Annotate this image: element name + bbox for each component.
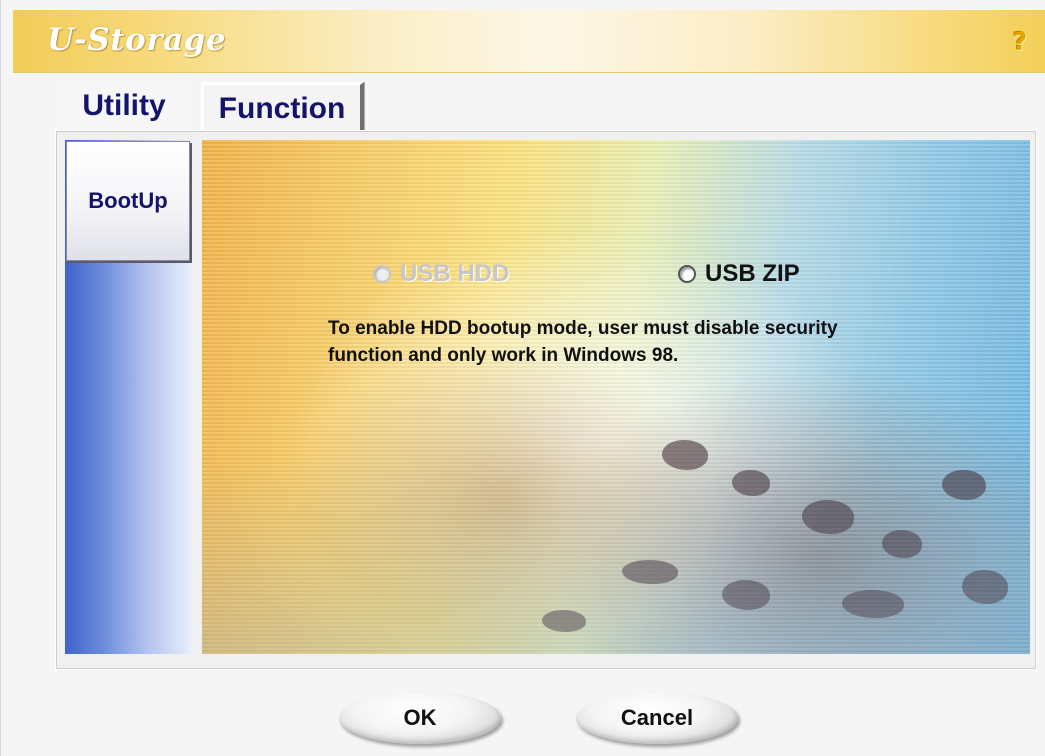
cancel-button[interactable]: Cancel [576,692,738,744]
help-question-icon[interactable]: ? [1008,24,1032,58]
background-artwork [662,440,708,470]
background-artwork [962,570,1008,604]
window-title: U-Storage [47,22,227,58]
tab-function[interactable]: Function [201,82,364,133]
background-artwork [882,530,922,558]
ok-button[interactable]: OK [339,692,501,744]
title-bar: U-Storage ? [13,10,1045,73]
radio-button-icon [373,265,391,283]
background-artwork [732,470,770,496]
radio-usb-hdd[interactable]: USB HDD [373,260,509,288]
bootup-note-text: To enable HDD bootup mode, user must dis… [328,318,838,366]
radio-usb-zip-label: USB ZIP [705,260,800,287]
u-storage-window: U-Storage ? Utility Function BootUp USB … [0,0,1045,756]
background-artwork [802,500,854,534]
radio-usb-hdd-label: USB HDD [400,260,510,287]
sidebar: BootUp [65,140,191,654]
radio-button-icon [678,265,696,283]
background-artwork [842,590,904,618]
background-artwork [542,610,586,632]
background-artwork [942,470,986,500]
background-artwork [722,580,770,610]
bootup-content-area [202,140,1030,654]
tab-utility[interactable]: Utility [55,82,193,130]
radio-usb-zip[interactable]: USB ZIP [678,260,800,288]
sidebar-item-bootup[interactable]: BootUp [66,141,190,261]
background-artwork [622,560,678,584]
sidebar-item-label: BootUp [88,188,168,213]
